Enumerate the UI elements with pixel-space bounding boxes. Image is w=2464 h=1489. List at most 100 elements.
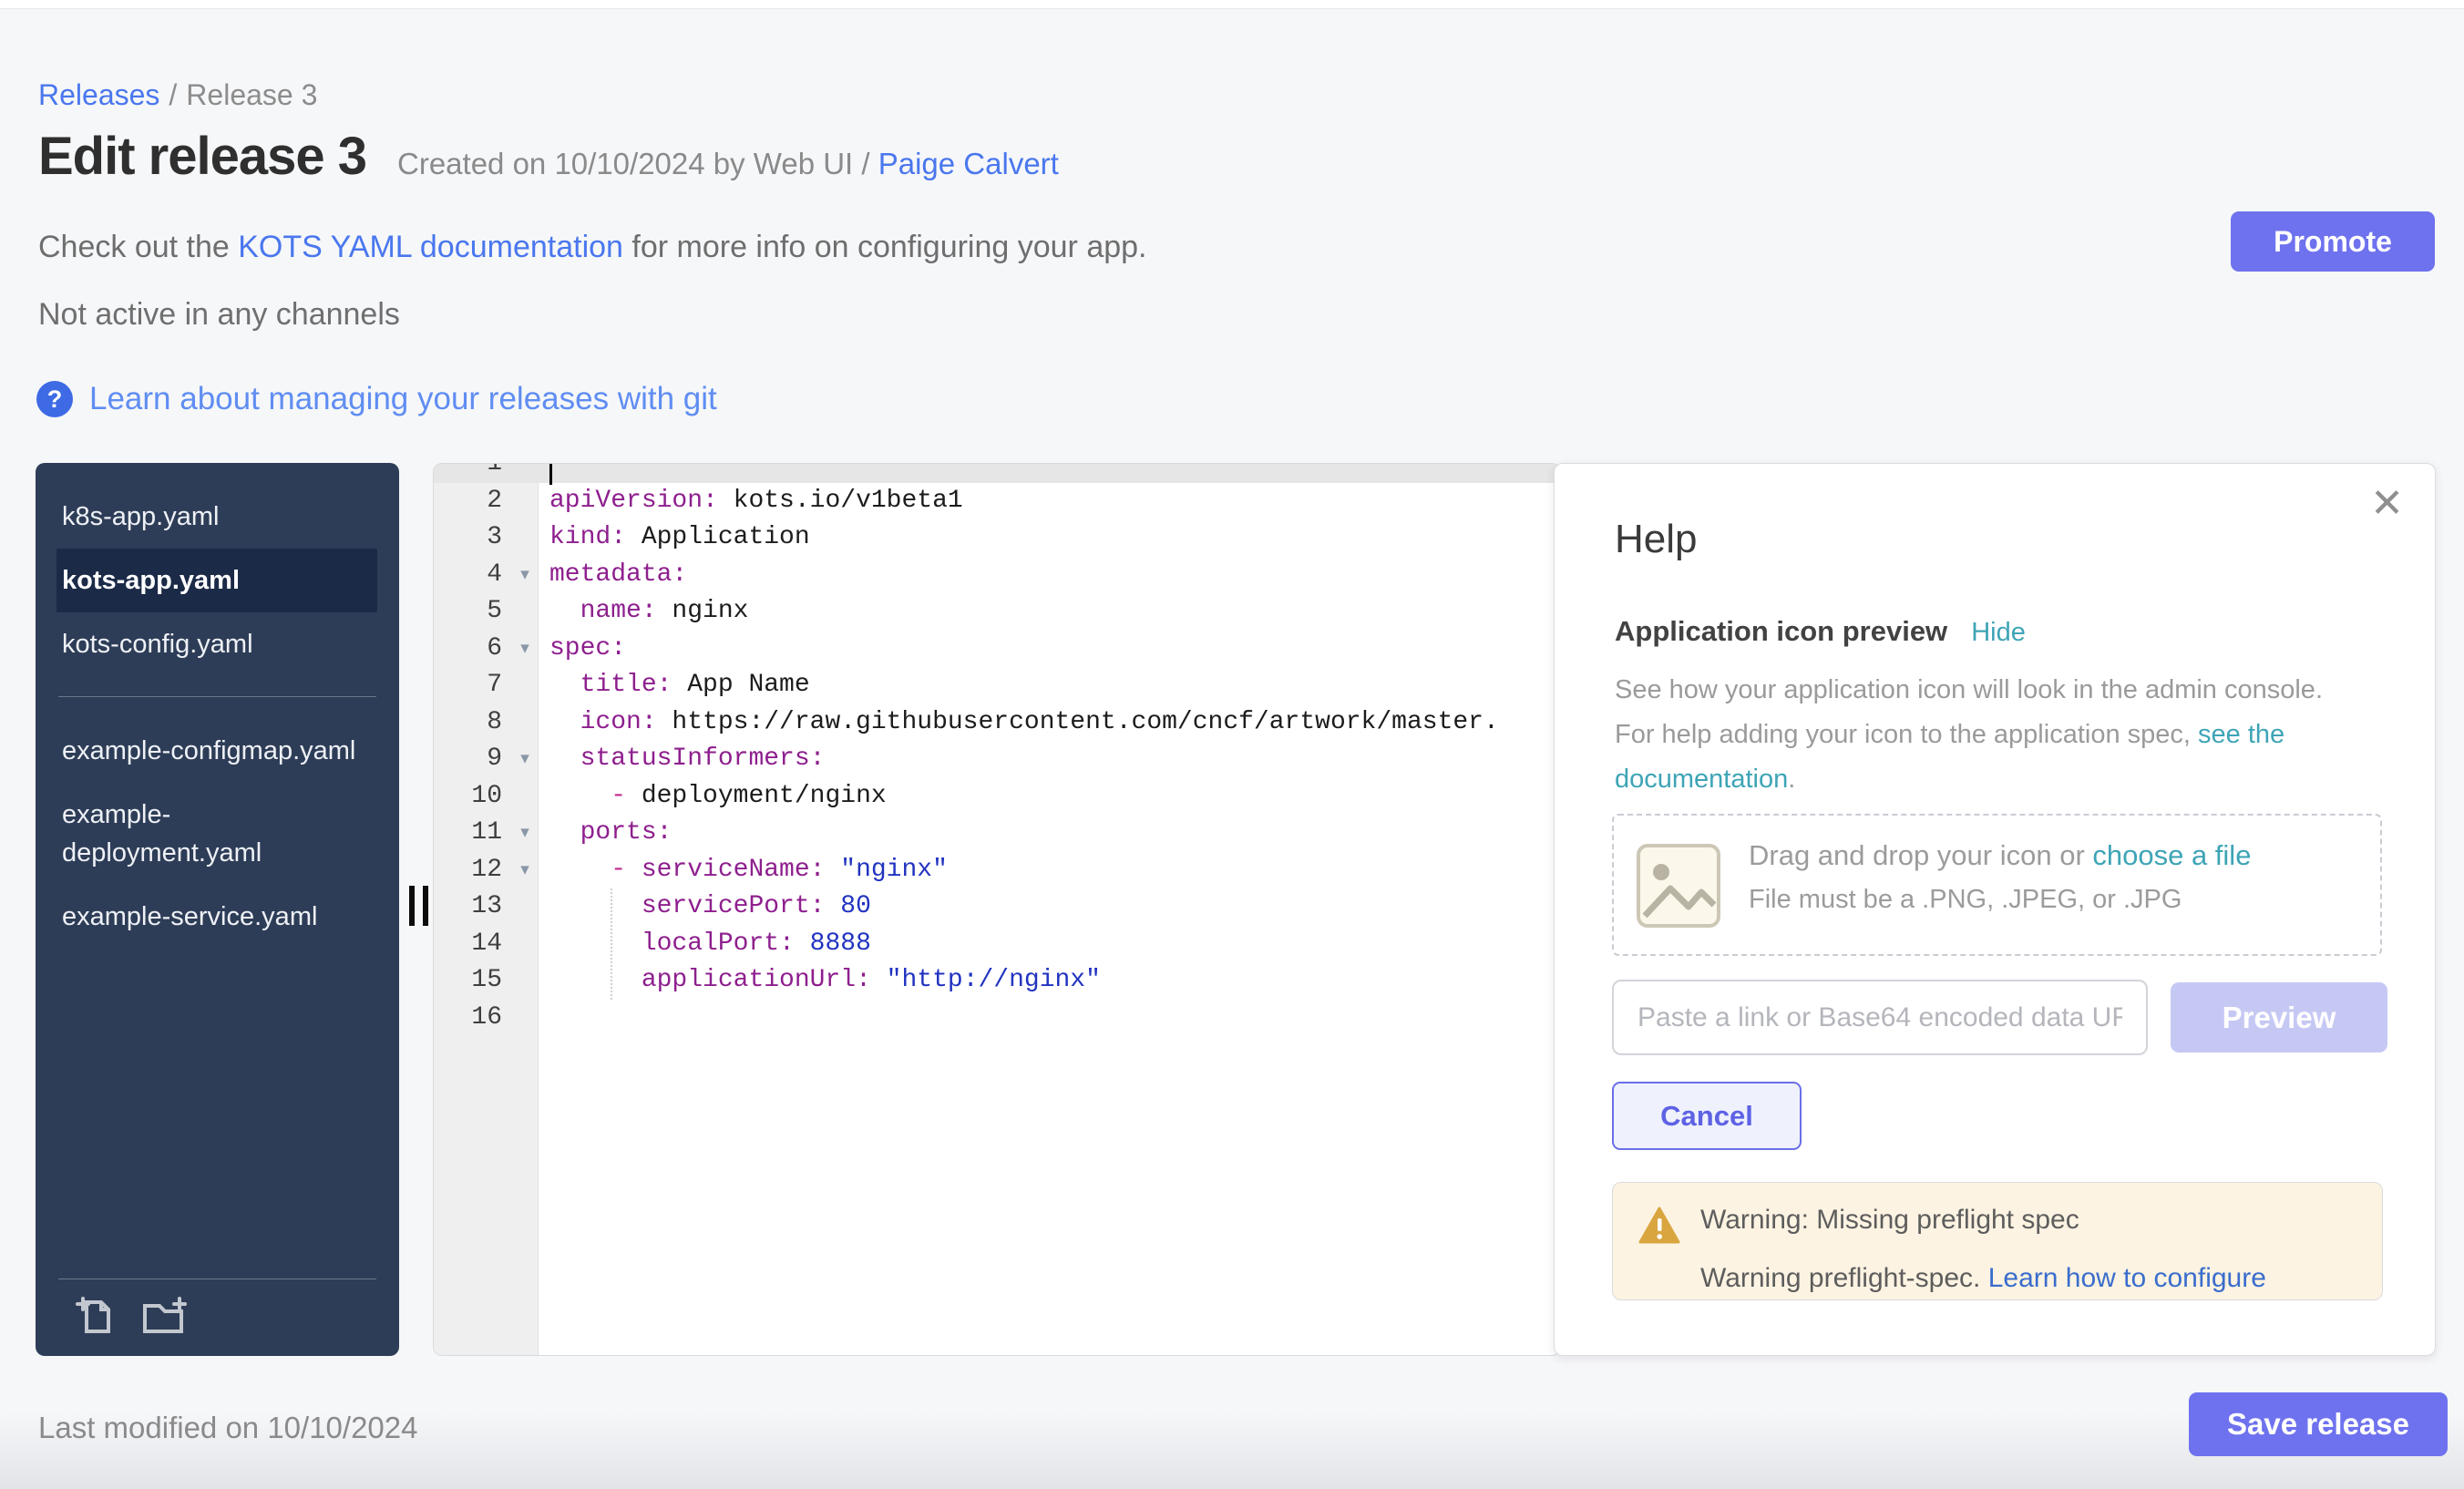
- fold-gutter: [511, 926, 539, 963]
- sidebar-resize-handle[interactable]: [409, 886, 434, 926]
- desc-period: .: [1788, 765, 1795, 794]
- sidebar-group-divider: [58, 696, 376, 697]
- code-line-16[interactable]: 16: [434, 1000, 1560, 1037]
- line-number: 6: [434, 631, 511, 668]
- code-text: - deployment/nginx: [539, 778, 887, 816]
- fold-arrow-icon[interactable]: ▾: [511, 557, 539, 594]
- code-text: icon: https://raw.githubusercontent.com/…: [539, 704, 1499, 742]
- doc-prefix: Check out the: [38, 230, 238, 264]
- code-line-10[interactable]: 10 - deployment/nginx: [434, 778, 1560, 816]
- sidebar-file-k8s-app.yaml[interactable]: k8s-app.yaml: [56, 485, 377, 549]
- sidebar-file-example-configmap.yaml[interactable]: example-configmap.yaml: [56, 719, 377, 783]
- cancel-button[interactable]: Cancel: [1612, 1082, 1802, 1150]
- line-number: 15: [434, 962, 511, 1000]
- code-line-8[interactable]: 8 icon: https://raw.githubusercontent.co…: [434, 704, 1560, 742]
- channel-status: Not active in any channels: [38, 297, 400, 333]
- preview-button[interactable]: Preview: [2171, 982, 2387, 1053]
- warning-detail-text: Warning preflight-spec.: [1700, 1263, 1988, 1293]
- fold-arrow-icon[interactable]: ▾: [511, 741, 539, 778]
- code-rows: 1 ---2apiVersion: kots.io/v1beta13kind: A…: [434, 463, 1560, 1036]
- line-number: 11: [434, 815, 511, 852]
- created-text: Created on 10/10/2024 by Web UI /: [397, 147, 870, 180]
- release-editor-page: Releases/Release 3 Edit release 3 Create…: [0, 0, 2464, 1489]
- close-icon[interactable]: ✕: [2370, 484, 2404, 524]
- code-text: servicePort: 80: [539, 888, 871, 926]
- sidebar-actions: [74, 1293, 189, 1341]
- fold-arrow-icon[interactable]: ▾: [511, 815, 539, 852]
- documentation-line: Check out the KOTS YAML documentation fo…: [38, 230, 1147, 265]
- yaml-code-editor[interactable]: 1 ---2apiVersion: kots.io/v1beta13kind: A…: [433, 463, 1561, 1356]
- sidebar-file-kots-config.yaml[interactable]: kots-config.yaml: [56, 612, 377, 676]
- title-row: Edit release 3 Created on 10/10/2024 by …: [38, 126, 1059, 187]
- code-line-11[interactable]: 11▾ ports:: [434, 815, 1560, 852]
- line-number: 14: [434, 926, 511, 963]
- line-number: 1: [434, 463, 511, 483]
- fold-gutter: [511, 888, 539, 926]
- fold-gutter: [511, 704, 539, 742]
- code-line-1[interactable]: 1 ---: [434, 463, 1560, 483]
- preflight-warning-box: Warning: Missing preflight spec Warning …: [1612, 1182, 2383, 1300]
- line-number: 13: [434, 888, 511, 926]
- fold-gutter: [511, 667, 539, 704]
- icon-url-input[interactable]: [1612, 980, 2148, 1055]
- help-title: Help: [1615, 517, 1698, 562]
- git-help-link[interactable]: Learn about managing your releases with …: [89, 381, 717, 417]
- indent-guide: [611, 888, 612, 1000]
- file-tree: k8s-app.yamlkots-app.yamlkots-config.yam…: [36, 485, 399, 949]
- fold-gutter: [511, 519, 539, 557]
- code-text: localPort: 8888: [539, 926, 871, 963]
- code-line-7[interactable]: 7 title: App Name: [434, 667, 1560, 704]
- new-folder-icon[interactable]: [141, 1293, 189, 1341]
- file-tree-sidebar: k8s-app.yamlkots-app.yamlkots-config.yam…: [36, 463, 399, 1356]
- hide-link[interactable]: Hide: [1971, 618, 2026, 648]
- code-text: applicationUrl: "http://nginx": [539, 962, 1101, 1000]
- fold-gutter: [511, 1000, 539, 1037]
- doc-suffix: for more info on configuring your app.: [623, 230, 1147, 264]
- code-line-12[interactable]: 12▾ - serviceName: "nginx": [434, 852, 1560, 889]
- new-file-icon[interactable]: [74, 1293, 118, 1341]
- code-line-9[interactable]: 9▾ statusInformers:: [434, 741, 1560, 778]
- line-number: 8: [434, 704, 511, 742]
- code-line-13[interactable]: 13 servicePort: 80: [434, 888, 1560, 926]
- line-number: 16: [434, 1000, 511, 1037]
- sidebar-file-example-deployment.yaml[interactable]: example-deployment.yaml: [56, 783, 377, 885]
- breadcrumb-current: Release 3: [186, 78, 317, 111]
- sidebar-file-kots-app.yaml[interactable]: kots-app.yaml: [56, 549, 377, 612]
- git-help-row[interactable]: ? Learn about managing your releases wit…: [36, 381, 717, 417]
- code-line-3[interactable]: 3kind: Application: [434, 519, 1560, 557]
- fold-gutter: [511, 463, 539, 483]
- code-line-15[interactable]: 15 applicationUrl: "http://nginx": [434, 962, 1560, 1000]
- code-text: title: App Name: [539, 667, 810, 704]
- fold-arrow-icon[interactable]: ▾: [511, 852, 539, 889]
- save-release-button[interactable]: Save release: [2189, 1392, 2448, 1456]
- learn-how-to-configure-link[interactable]: Learn how to configure: [1988, 1263, 2266, 1293]
- drop-hint: File must be a .PNG, .JPEG, or .JPG: [1749, 885, 2251, 915]
- code-line-4[interactable]: 4▾metadata:: [434, 557, 1560, 594]
- breadcrumb-releases-link[interactable]: Releases: [38, 78, 159, 111]
- code-text: ---: [539, 463, 595, 483]
- code-text: ports:: [539, 815, 672, 852]
- line-number: 7: [434, 667, 511, 704]
- code-line-6[interactable]: 6▾spec:: [434, 631, 1560, 668]
- breadcrumb: Releases/Release 3: [38, 78, 317, 112]
- kots-yaml-doc-link[interactable]: KOTS YAML documentation: [238, 230, 623, 264]
- code-line-14[interactable]: 14 localPort: 8888: [434, 926, 1560, 963]
- code-line-2[interactable]: 2apiVersion: kots.io/v1beta1: [434, 483, 1560, 520]
- code-line-5[interactable]: 5 name: nginx: [434, 593, 1560, 631]
- sidebar-file-example-service.yaml[interactable]: example-service.yaml: [56, 885, 377, 949]
- code-text: apiVersion: kots.io/v1beta1: [539, 483, 963, 520]
- line-number: 5: [434, 593, 511, 631]
- line-number: 4: [434, 557, 511, 594]
- fold-arrow-icon[interactable]: ▾: [511, 631, 539, 668]
- promote-button[interactable]: Promote: [2231, 211, 2435, 272]
- text-cursor: [549, 464, 552, 485]
- code-text: [539, 1000, 549, 1037]
- icon-dropzone[interactable]: Drag and drop your icon or choose a file…: [1612, 814, 2382, 956]
- choose-file-link[interactable]: choose a file: [2092, 839, 2251, 871]
- code-text: kind: Application: [539, 519, 810, 557]
- code-text: metadata:: [539, 557, 687, 594]
- top-divider: [0, 0, 2464, 9]
- code-text: spec:: [539, 631, 626, 668]
- author-link[interactable]: Paige Calvert: [878, 147, 1059, 180]
- code-text: statusInformers:: [539, 741, 825, 778]
